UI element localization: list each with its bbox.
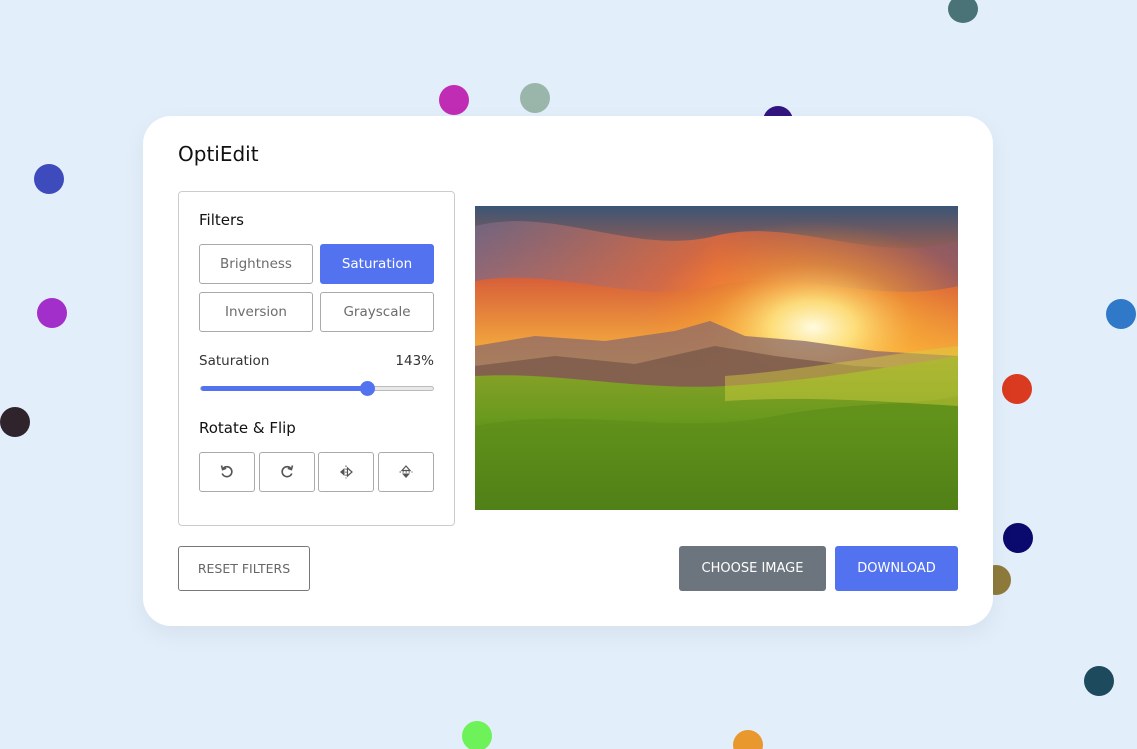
rotate-right-button[interactable]	[259, 452, 315, 492]
rotate-left-icon	[220, 465, 233, 478]
decorative-dot	[37, 298, 67, 328]
download-button[interactable]: DOWNLOAD	[835, 546, 958, 591]
controls-panel: Filters Brightness Saturation Inversion …	[178, 191, 455, 526]
decorative-dot	[34, 164, 64, 194]
reset-filters-button[interactable]: RESET FILTERS	[178, 546, 310, 591]
decorative-dot	[1106, 299, 1136, 329]
grayscale-filter-button[interactable]: Grayscale	[320, 292, 434, 332]
slider-value: 143%	[395, 353, 434, 369]
preview-image	[475, 206, 958, 510]
decorative-dot	[1084, 666, 1114, 696]
flip-horizontal-icon	[340, 465, 353, 479]
decorative-dot	[0, 407, 30, 437]
decorative-dot	[439, 85, 469, 115]
decorative-dot	[948, 0, 978, 23]
slider-label: Saturation	[199, 353, 270, 369]
decorative-dot	[1002, 374, 1032, 404]
rotate-right-icon	[281, 465, 294, 478]
rotate-left-button[interactable]	[199, 452, 255, 492]
editor-card: OptiEdit Filters Brightness Saturation I…	[143, 116, 993, 626]
inversion-filter-button[interactable]: Inversion	[199, 292, 313, 332]
saturation-filter-button[interactable]: Saturation	[320, 244, 434, 284]
decorative-dot	[1003, 523, 1033, 553]
decorative-dot	[733, 730, 763, 749]
decorative-dot	[520, 83, 550, 113]
rotate-flip-heading: Rotate & Flip	[199, 419, 296, 437]
flip-horizontal-button[interactable]	[318, 452, 374, 492]
slider-thumb[interactable]	[359, 381, 375, 396]
filters-heading: Filters	[199, 211, 244, 229]
brightness-filter-button[interactable]: Brightness	[199, 244, 313, 284]
flip-vertical-icon	[399, 465, 413, 478]
saturation-slider[interactable]	[200, 381, 434, 396]
app-title: OptiEdit	[178, 142, 259, 166]
choose-image-button[interactable]: CHOOSE IMAGE	[679, 546, 826, 591]
slider-fill	[201, 386, 367, 391]
decorative-dot	[462, 721, 492, 749]
flip-vertical-button[interactable]	[378, 452, 434, 492]
